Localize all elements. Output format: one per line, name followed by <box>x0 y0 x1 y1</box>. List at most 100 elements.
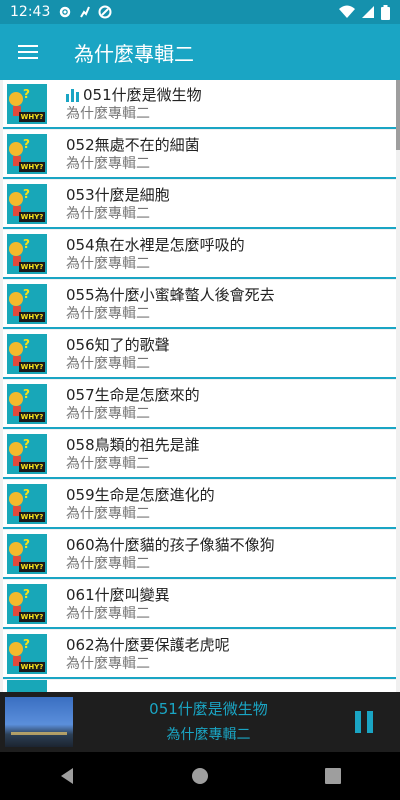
now-playing-bar[interactable]: 051什麼是微生物 為什麼專輯二 <box>0 692 400 752</box>
track-title: 059生命是怎麼進化的 <box>66 485 215 504</box>
track-thumbnail <box>7 680 47 692</box>
track-title: 058鳥類的祖先是誰 <box>66 435 200 454</box>
track-album: 為什麼專輯二 <box>66 505 150 522</box>
pause-icon <box>352 711 376 733</box>
home-icon <box>191 768 208 784</box>
track-row[interactable]: ? WHY? 062為什麼要保護老虎呢 為什麼專輯二 <box>3 630 396 679</box>
track-title-line: 061什麼叫變異 <box>66 585 170 605</box>
track-title: 055為什麼小蜜蜂螫人後會死去 <box>66 285 275 304</box>
track-album: 為什麼專輯二 <box>66 205 150 222</box>
track-row[interactable]: ? WHY? 052無處不在的細菌 為什麼專輯二 <box>3 130 396 179</box>
track-album: 為什麼專輯二 <box>66 555 150 572</box>
thumbnail-question-mark: ? <box>23 386 30 401</box>
track-title-line: 052無處不在的細菌 <box>66 135 200 155</box>
now-playing-album: 為什麼專輯二 <box>166 727 251 743</box>
track-thumbnail: ? WHY? <box>7 433 47 474</box>
track-album: 為什麼專輯二 <box>66 655 150 672</box>
track-texts: 053什麼是細胞 為什麼專輯二 <box>66 185 170 223</box>
track-thumbnail: ? WHY? <box>7 533 47 574</box>
track-thumbnail: ? WHY? <box>7 383 47 424</box>
track-thumbnail: ? WHY? <box>7 483 47 524</box>
track-texts: 055為什麼小蜜蜂螫人後會死去 為什麼專輯二 <box>66 285 275 323</box>
track-row[interactable]: ? WHY? 061什麼叫變異 為什麼專輯二 <box>3 580 396 629</box>
page-title: 為什麼專輯二 <box>74 41 194 66</box>
thumbnail-question-mark: ? <box>23 186 30 201</box>
track-row[interactable]: ? WHY? 053什麼是細胞 為什麼專輯二 <box>3 180 396 229</box>
track-title: 057生命是怎麼來的 <box>66 385 200 404</box>
track-thumbnail: ? WHY? <box>7 183 47 224</box>
track-row[interactable]: ? WHY? 055為什麼小蜜蜂螫人後會死去 為什麼專輯二 <box>3 280 396 329</box>
thumbnail-question-mark: ? <box>23 86 30 101</box>
track-title-line: 055為什麼小蜜蜂螫人後會死去 <box>66 285 275 305</box>
status-system-icons <box>339 4 390 20</box>
thumbnail-question-mark: ? <box>23 336 30 351</box>
track-texts: 060為什麼貓的孩子像貓不像狗 為什麼專輯二 <box>66 535 275 573</box>
track-title-line: 058鳥類的祖先是誰 <box>66 435 200 455</box>
activity-icon <box>80 6 91 18</box>
thumbnail-why-badge: WHY? <box>19 611 45 622</box>
settings-icon <box>60 6 71 18</box>
track-texts: 062為什麼要保護老虎呢 為什麼專輯二 <box>66 635 230 673</box>
thumbnail-why-badge: WHY? <box>19 661 45 672</box>
track-album: 為什麼專輯二 <box>66 355 150 372</box>
track-row-partial[interactable] <box>3 680 396 692</box>
thumbnail-why-badge: WHY? <box>19 111 45 122</box>
track-row[interactable]: ? WHY? 060為什麼貓的孩子像貓不像狗 為什麼專輯二 <box>3 530 396 579</box>
thumbnail-question-mark: ? <box>23 236 30 251</box>
track-title: 053什麼是細胞 <box>66 185 170 204</box>
track-thumbnail: ? WHY? <box>7 583 47 624</box>
track-list[interactable]: ? WHY? 051什麼是微生物 為什麼專輯二? WHY? 052無處不在的細菌 為什麼專輯… <box>0 80 400 692</box>
track-album: 為什麼專輯二 <box>66 305 150 322</box>
track-album: 為什麼專輯二 <box>66 105 150 122</box>
wifi-icon <box>339 5 355 18</box>
status-time: 12:43 <box>10 4 51 20</box>
now-playing-title: 051什麼是微生物 <box>149 700 268 718</box>
track-texts: 056知了的歌聲 為什麼專輯二 <box>66 335 170 373</box>
list-scrollbar[interactable] <box>396 80 400 150</box>
thumbnail-question-mark: ? <box>23 636 30 651</box>
track-title-line: 057生命是怎麼來的 <box>66 385 200 405</box>
track-texts: 058鳥類的祖先是誰 為什麼專輯二 <box>66 435 200 473</box>
thumbnail-why-badge: WHY? <box>19 211 45 222</box>
thumbnail-question-mark: ? <box>23 136 30 151</box>
track-row[interactable]: ? WHY? 056知了的歌聲 為什麼專輯二 <box>3 330 396 379</box>
app-bar: 為什麼專輯二 <box>0 24 400 80</box>
nav-recents-button[interactable] <box>309 752 357 800</box>
now-playing-info: 051什麼是微生物 為什麼專輯二 <box>73 698 344 746</box>
track-title: 060為什麼貓的孩子像貓不像狗 <box>66 535 275 554</box>
track-row[interactable]: ? WHY? 059生命是怎麼進化的 為什麼專輯二 <box>3 480 396 529</box>
track-row[interactable]: ? WHY? 054魚在水裡是怎麼呼吸的 為什麼專輯二 <box>3 230 396 279</box>
track-title: 062為什麼要保護老虎呢 <box>66 635 230 654</box>
thumbnail-why-badge: WHY? <box>19 161 45 172</box>
track-title-line: 051什麼是微生物 <box>66 85 202 105</box>
thumbnail-why-badge: WHY? <box>19 511 45 522</box>
battery-icon <box>381 4 390 20</box>
recents-icon <box>325 768 342 784</box>
track-texts: 059生命是怎麼進化的 為什麼專輯二 <box>66 485 215 523</box>
nav-back-button[interactable] <box>43 752 91 800</box>
nav-home-button[interactable] <box>176 752 224 800</box>
thumbnail-why-badge: WHY? <box>19 461 45 472</box>
thumbnail-question-mark: ? <box>23 486 30 501</box>
track-texts: 054魚在水裡是怎麼呼吸的 為什麼專輯二 <box>66 235 245 273</box>
album-art <box>5 697 73 747</box>
data-saver-icon <box>98 5 112 19</box>
system-nav-bar <box>0 752 400 800</box>
track-title-line: 059生命是怎麼進化的 <box>66 485 215 505</box>
track-texts: 051什麼是微生物 為什麼專輯二 <box>66 85 202 123</box>
track-row[interactable]: ? WHY? 058鳥類的祖先是誰 為什麼專輯二 <box>3 430 396 479</box>
status-notification-icons <box>58 5 112 19</box>
thumbnail-question-mark: ? <box>23 436 30 451</box>
menu-button[interactable] <box>0 24 56 80</box>
thumbnail-why-badge: WHY? <box>19 311 45 322</box>
track-texts: 052無處不在的細菌 為什麼專輯二 <box>66 135 200 173</box>
track-thumbnail: ? WHY? <box>7 333 47 374</box>
track-thumbnail: ? WHY? <box>7 233 47 274</box>
hamburger-icon <box>18 41 38 63</box>
track-row[interactable]: ? WHY? 057生命是怎麼來的 為什麼專輯二 <box>3 380 396 429</box>
track-texts: 057生命是怎麼來的 為什麼專輯二 <box>66 385 200 423</box>
track-title-line: 062為什麼要保護老虎呢 <box>66 635 230 655</box>
pause-button[interactable] <box>344 702 384 742</box>
track-row[interactable]: ? WHY? 051什麼是微生物 為什麼專輯二 <box>3 80 396 129</box>
track-title-line: 060為什麼貓的孩子像貓不像狗 <box>66 535 275 555</box>
